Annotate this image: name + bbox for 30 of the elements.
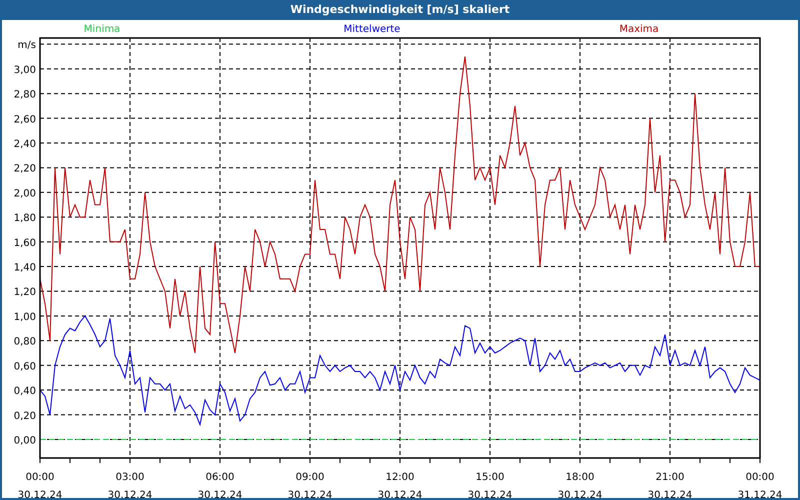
y-axis-label: 2,00 [14, 188, 36, 200]
y-axis-label: 2,60 [14, 114, 36, 126]
y-axis-label: 1,40 [14, 262, 36, 274]
y-axis-label: m/s [18, 40, 36, 52]
y-axis-label: 0,00 [14, 435, 36, 446]
y-axis-label: 2,20 [14, 164, 36, 175]
x-axis-label: 09:00 30.12.24 [288, 472, 332, 498]
window-title: Windgeschwindigkeit [m/s] skaliert [289, 2, 511, 18]
y-axis-label: 2,40 [14, 139, 36, 150]
x-axis-label: 15:00 30.12.24 [468, 472, 512, 498]
x-axis-label: 12:00 30.12.24 [378, 472, 422, 498]
y-axis-label: 1,60 [14, 238, 36, 249]
legend-label: Mittelwerte [344, 24, 400, 35]
y-axis-label: 1,20 [14, 287, 36, 298]
y-axis-label: 1,80 [14, 213, 36, 224]
y-axis-label: 1,00 [14, 312, 36, 323]
y-axis-label: 2,80 [14, 90, 36, 101]
y-axis-label: 3,00 [14, 64, 36, 76]
x-axis-label: 21:00 30.12.24 [648, 472, 692, 498]
x-axis-label: 18:00 30.12.24 [558, 472, 602, 498]
x-axis-label: 00:00 30.12.24 [18, 472, 62, 498]
y-axis-label: 0,20 [14, 410, 36, 422]
y-axis-label: 0,60 [14, 361, 36, 372]
x-axis-label: 00:00 31.12.24 [738, 472, 782, 498]
y-axis-label: 0,40 [14, 386, 36, 398]
legend-label: Minima [84, 24, 120, 35]
x-axis-label: 06:00 30.12.24 [198, 472, 242, 498]
legend-label: Maxima [619, 24, 659, 35]
x-axis-label: 03:00 30.12.24 [108, 472, 152, 498]
y-axis-label: 0,80 [14, 336, 36, 348]
